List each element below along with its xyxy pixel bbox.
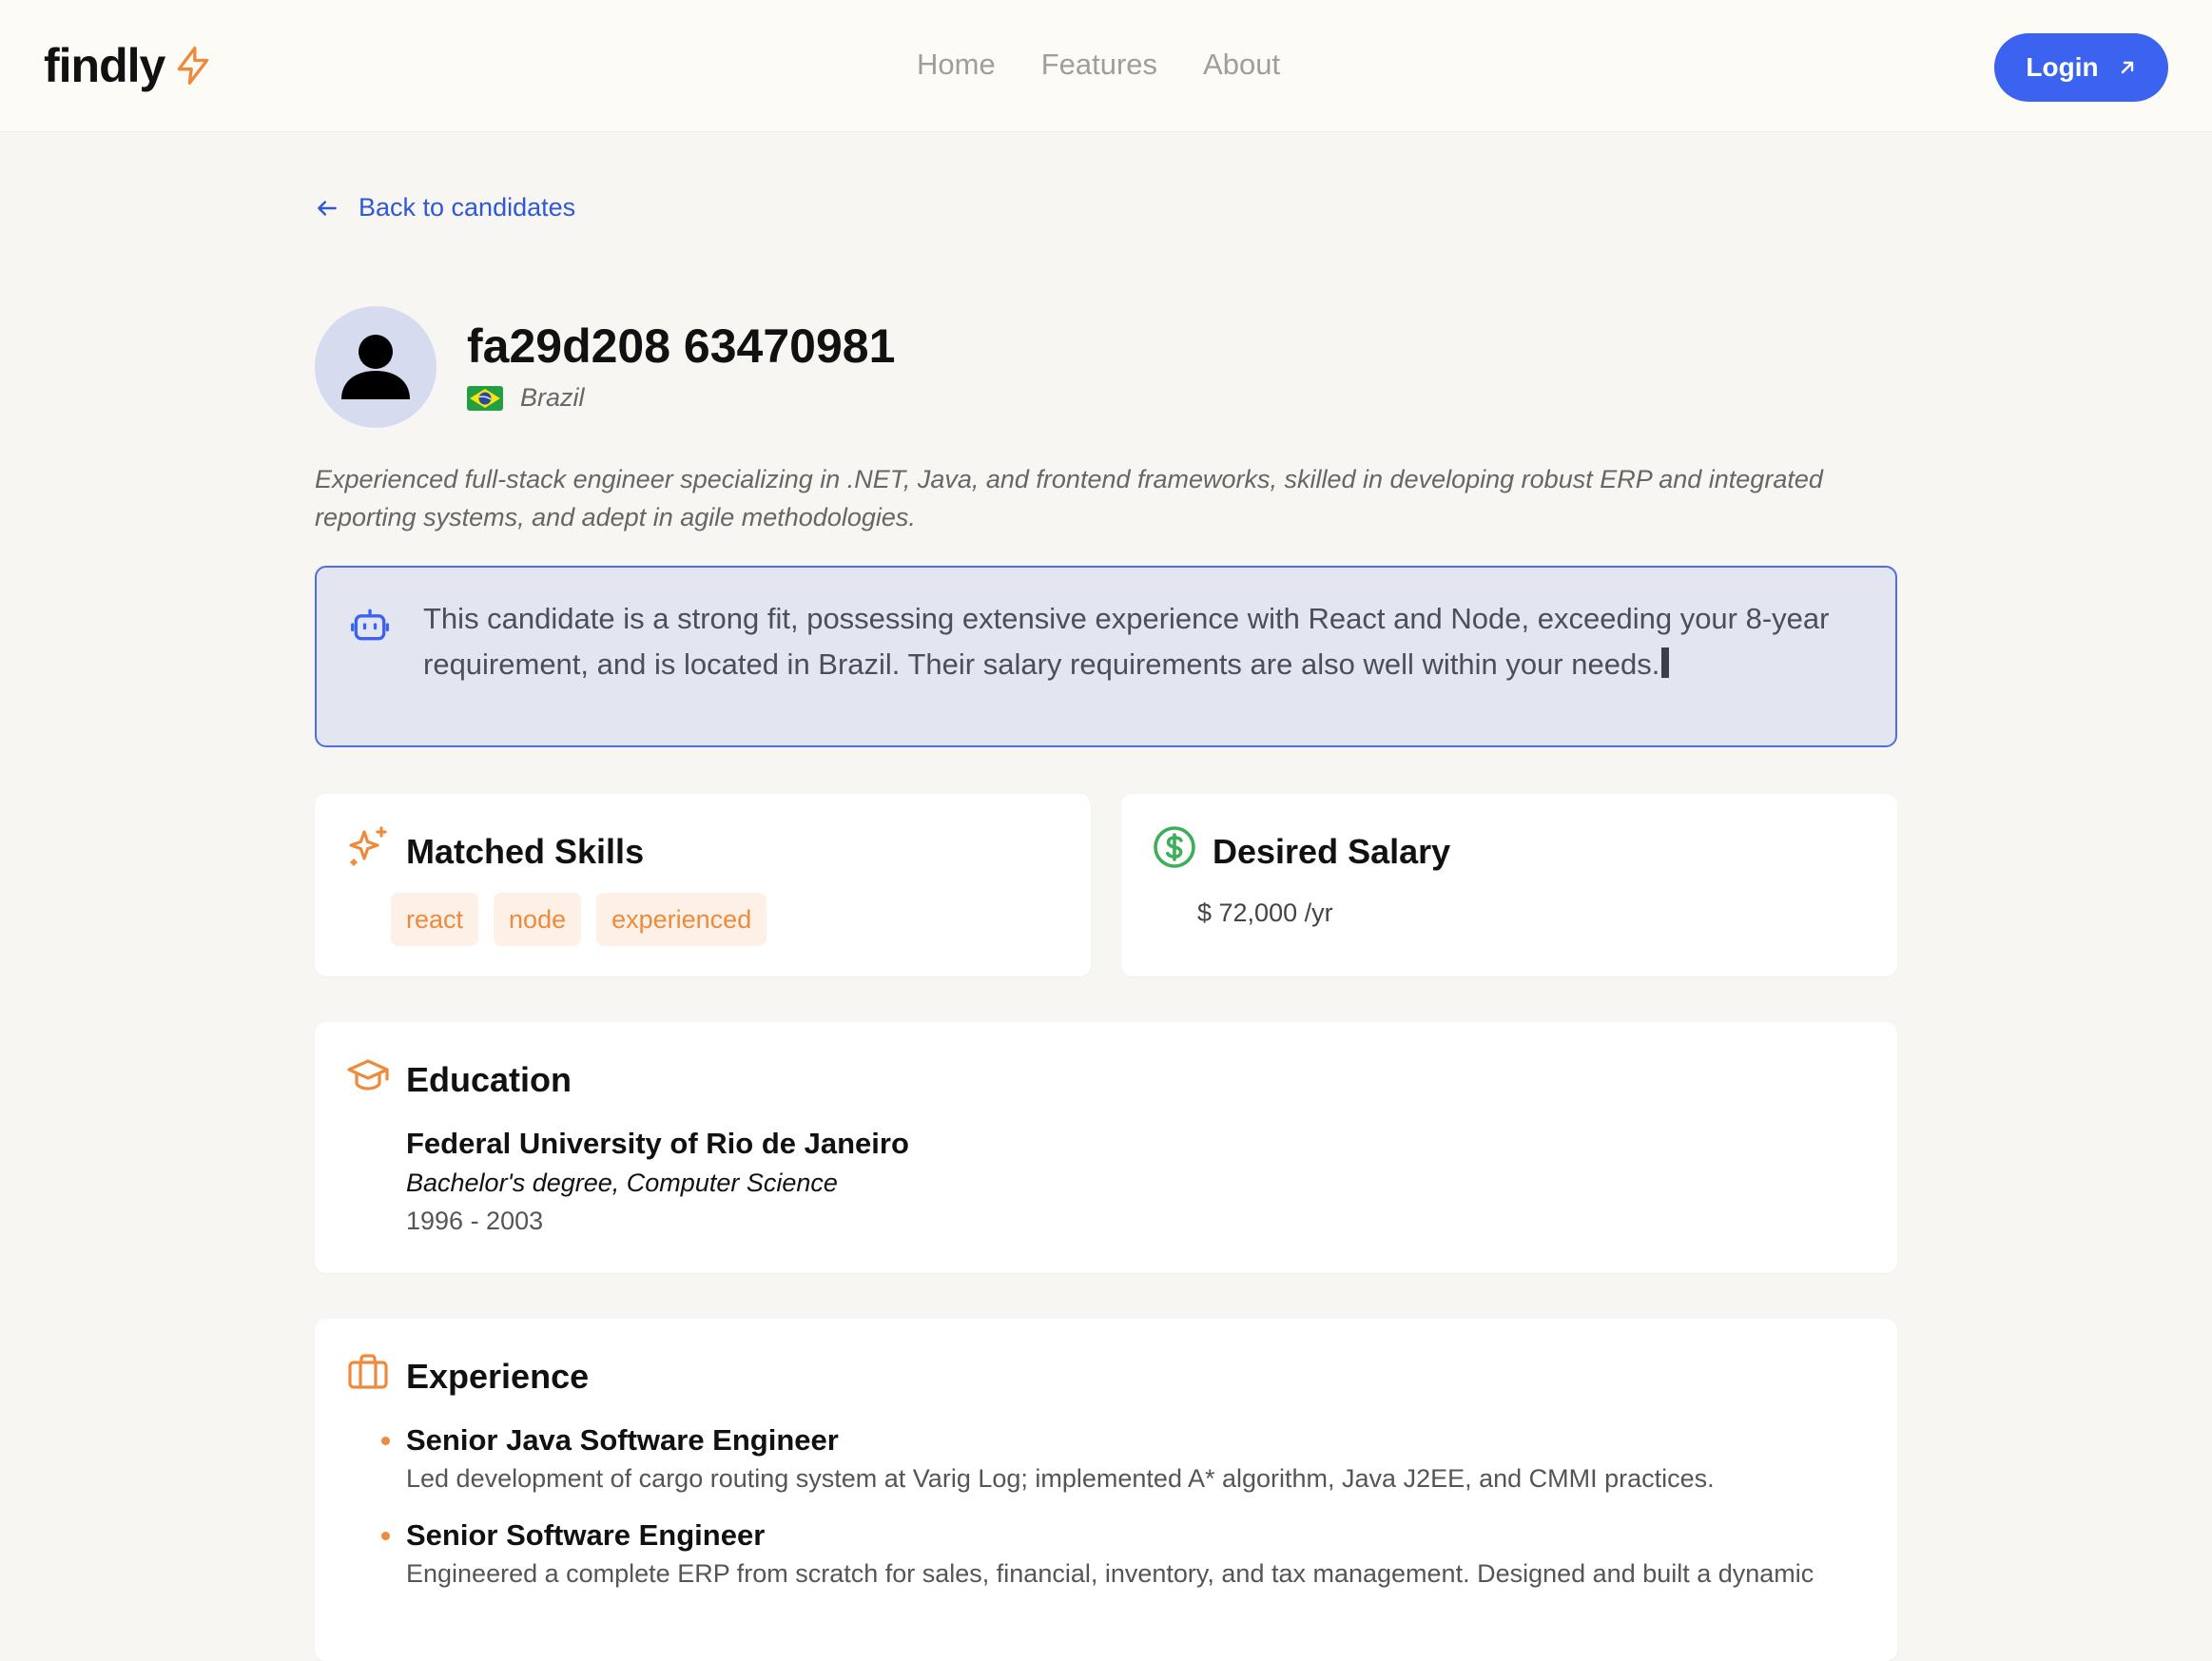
experience-card: Experience Senior Java Software Engineer…: [315, 1319, 1897, 1661]
skill-chips: react node experienced: [391, 893, 767, 946]
experience-item: Senior Java Software Engineer Led develo…: [381, 1421, 1852, 1497]
salary-value: $ 72,000 /yr: [1197, 898, 1333, 927]
main-nav: Home Features About: [917, 48, 1280, 82]
candidate-location: Brazil: [467, 383, 585, 413]
education-school: Federal University of Rio de Janeiro: [406, 1127, 909, 1160]
robot-icon: [351, 608, 389, 641]
nav-features[interactable]: Features: [1041, 48, 1157, 82]
brand-name: findly: [44, 39, 165, 92]
arrow-up-right-icon: [2121, 61, 2133, 74]
ai-fit-summary: This candidate is a strong fit, possessi…: [315, 566, 1897, 747]
experience-description: Engineered a complete ERP from scratch f…: [406, 1559, 1814, 1588]
findly-logo[interactable]: findly: [44, 38, 214, 93]
experience-list: Senior Java Software Engineer Led develo…: [381, 1421, 1852, 1612]
nav-home[interactable]: Home: [917, 48, 996, 82]
experience-item: Senior Software Engineer Engineered a co…: [381, 1516, 1852, 1593]
back-label: Back to candidates: [359, 193, 576, 222]
desired-salary-card: Desired Salary $ 72,000 /yr: [1121, 794, 1897, 976]
experience-title: Experience: [406, 1357, 590, 1396]
graduation-cap-icon: [347, 1059, 389, 1091]
education-degree: Bachelor's degree, Computer Science: [406, 1168, 838, 1197]
login-button[interactable]: Login: [1994, 33, 2168, 102]
brazil-flag-icon: [467, 385, 503, 411]
experience-role: Senior Software Engineer: [406, 1518, 766, 1552]
avatar: [315, 306, 437, 428]
experience-description: Led development of cargo routing system …: [406, 1464, 1715, 1493]
experience-role: Senior Java Software Engineer: [406, 1423, 839, 1457]
lightning-bolt-icon: [178, 47, 209, 85]
top-navbar: findly Home Features About Login: [0, 0, 2212, 132]
candidate-name: fa29d208 63470981: [467, 319, 896, 373]
matched-skills-title: Matched Skills: [406, 832, 645, 871]
briefcase-icon: [348, 1354, 388, 1389]
desired-salary-title: Desired Salary: [1213, 832, 1451, 871]
skill-chip: experienced: [596, 893, 767, 946]
education-card: Education Federal University of Rio de J…: [315, 1022, 1897, 1273]
skill-chip: node: [494, 893, 582, 946]
login-label: Login: [2026, 52, 2099, 82]
skill-chip: react: [391, 893, 479, 946]
country-name: Brazil: [520, 383, 585, 412]
ai-summary-text: This candidate is a strong fit, possessi…: [423, 596, 1878, 687]
candidate-bio: Experienced full-stack engineer speciali…: [315, 465, 1823, 531]
typing-cursor: [1661, 647, 1670, 678]
education-years: 1996 - 2003: [406, 1207, 544, 1235]
back-to-candidates-link[interactable]: Back to candidates: [315, 193, 575, 222]
user-icon: [341, 335, 410, 399]
dollar-circle-icon: [1154, 826, 1195, 868]
nav-about[interactable]: About: [1203, 48, 1280, 82]
matched-skills-card: Matched Skills react node experienced: [315, 794, 1091, 976]
ai-summary-content: This candidate is a strong fit, possessi…: [423, 602, 1830, 681]
sparkles-icon: [349, 826, 387, 866]
arrow-left-icon: [318, 200, 337, 216]
education-title: Education: [406, 1060, 572, 1099]
